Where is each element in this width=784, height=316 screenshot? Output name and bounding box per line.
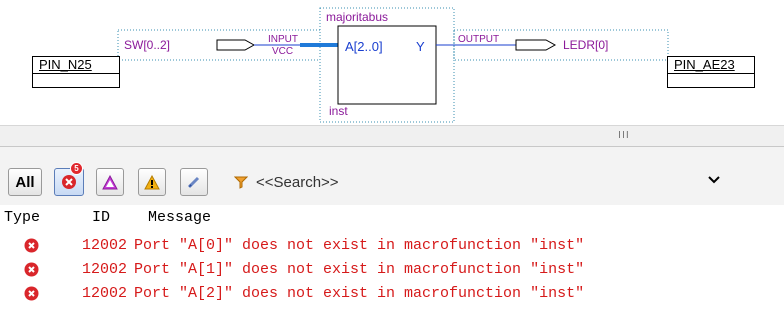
output-tag-label: OUTPUT xyxy=(458,34,500,45)
majoritabus-block xyxy=(337,25,437,105)
error-icon xyxy=(24,262,39,277)
column-header-message[interactable]: Message xyxy=(148,209,211,226)
input-tag-label: INPUT xyxy=(268,34,298,45)
left-pin-label: PIN_N25 xyxy=(33,57,119,74)
message-search-combo[interactable]: <<Search>> xyxy=(228,169,738,195)
message-row[interactable]: 12002 Port "A[1]" does not exist in macr… xyxy=(0,259,784,280)
right-pin-label: PIN_AE23 xyxy=(668,57,754,74)
vcc-tag-label: VCC xyxy=(272,46,294,57)
error-icon xyxy=(24,238,39,253)
message-text: Port "A[1]" does not exist in macrofunct… xyxy=(134,261,585,278)
block-port-out-label: Y xyxy=(416,39,425,54)
filter-funnel-icon xyxy=(234,176,248,189)
error-icon xyxy=(24,286,39,301)
input-pin-symbol xyxy=(216,39,256,51)
message-id: 12002 xyxy=(82,237,128,254)
schematic-canvas[interactable]: PIN_N25 PIN_AE23 SW[0..2] INPUT VCC majo… xyxy=(0,0,784,125)
message-list: Type ID Message 12002 Port "A[0]" does n… xyxy=(0,205,784,316)
suppressed-filter-icon xyxy=(187,176,200,189)
critical-warning-filter-button[interactable] xyxy=(96,168,124,196)
all-filter-label: All xyxy=(15,173,35,191)
search-placeholder: <<Search>> xyxy=(256,173,339,191)
all-filter-button[interactable]: All xyxy=(8,168,42,196)
message-list-header: Type ID Message xyxy=(0,205,784,229)
warning-filter-button[interactable] xyxy=(138,168,166,196)
column-header-type[interactable]: Type xyxy=(4,209,40,226)
column-header-id[interactable]: ID xyxy=(92,209,110,226)
message-row[interactable]: 12002 Port "A[0]" does not exist in macr… xyxy=(0,235,784,256)
message-toolbar: All 5 <<Search>> xyxy=(0,147,784,205)
horizontal-scrollbar[interactable]: III xyxy=(0,125,784,147)
scroll-grip-icon[interactable]: III xyxy=(618,130,630,141)
message-id: 12002 xyxy=(82,261,128,278)
message-row[interactable]: 12002 Port "A[2]" does not exist in macr… xyxy=(0,283,784,304)
suppressed-filter-button[interactable] xyxy=(180,168,208,196)
message-text: Port "A[2]" does not exist in macrofunct… xyxy=(134,285,585,302)
critical-warning-filter-icon xyxy=(102,174,118,189)
warning-filter-icon xyxy=(144,174,160,189)
message-text: Port "A[0]" does not exist in macrofunct… xyxy=(134,237,585,254)
error-filter-icon xyxy=(62,175,76,189)
error-count-badge: 5 xyxy=(70,162,83,175)
right-pin-assignment[interactable]: PIN_AE23 xyxy=(667,56,755,88)
input-signal-label[interactable]: SW[0..2] xyxy=(124,38,170,52)
message-id: 12002 xyxy=(82,285,128,302)
block-name-label: majoritabus xyxy=(326,10,389,24)
block-instance-label: inst xyxy=(329,104,348,118)
output-pin-symbol xyxy=(515,39,557,51)
left-pin-assignment[interactable]: PIN_N25 xyxy=(32,56,120,88)
output-signal-label[interactable]: LEDR[0] xyxy=(563,38,608,52)
block-port-in-label: A[2..0] xyxy=(345,39,383,54)
chevron-down-icon[interactable] xyxy=(708,175,720,185)
